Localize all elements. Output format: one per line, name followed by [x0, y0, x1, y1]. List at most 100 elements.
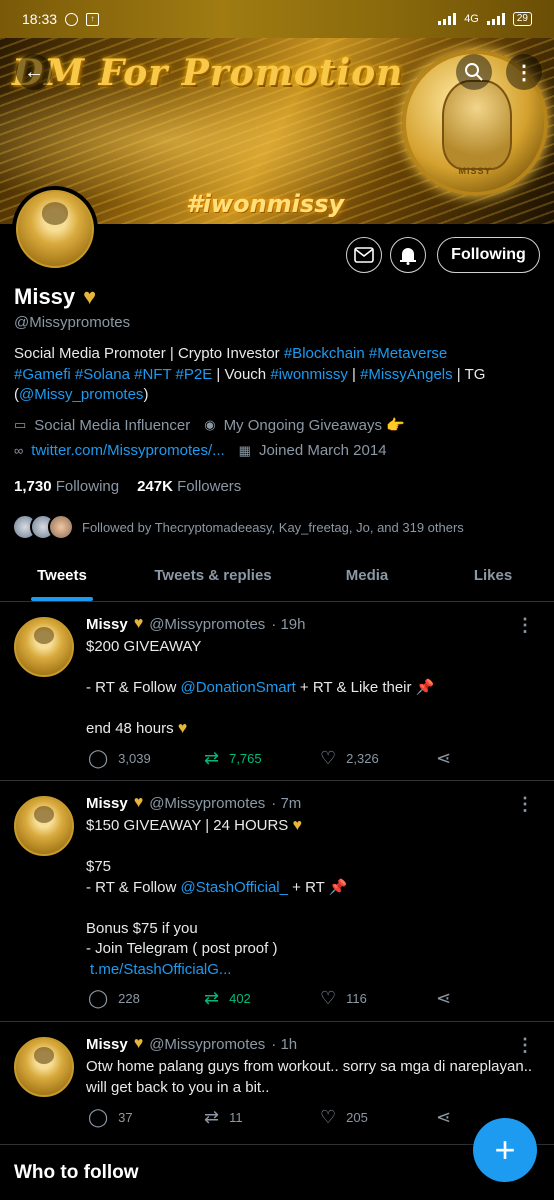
profile-name: Missy [14, 284, 76, 309]
tab-tweets[interactable]: Tweets [0, 550, 124, 601]
share-icon: ⋖ [436, 1107, 452, 1127]
mention-link[interactable]: @StashOfficial_ [180, 879, 288, 896]
hashtag-link[interactable]: #Gamefi [14, 366, 71, 383]
hashtag-link[interactable]: #MissyAngels [360, 366, 453, 383]
yellow-heart-icon: ♥ [83, 284, 97, 309]
reply-button[interactable]: ◯ 228 [88, 988, 204, 1009]
profile-stats: 1,730 Following 247K Followers [14, 478, 241, 495]
message-button[interactable] [346, 237, 382, 273]
tweet-item[interactable]: Missy ♥ @Missypromotes · 19h ⋮ $200 GIVE… [0, 603, 554, 781]
retweet-button[interactable]: ⇄ 402 [204, 988, 320, 1009]
followers-stat[interactable]: 247K Followers [137, 478, 241, 495]
status-time: 18:33 [22, 11, 58, 27]
profile-tabs: Tweets Tweets & replies Media Likes [0, 550, 554, 602]
reply-icon: ◯ [88, 988, 109, 1008]
retweet-count: 7,765 [229, 751, 262, 766]
avatar[interactable] [14, 617, 74, 677]
tweet-time: · 1h [271, 1035, 298, 1053]
tweet-text: Otw home palang guys from workout.. sorr… [86, 1058, 533, 1096]
search-button[interactable] [456, 54, 492, 90]
share-button[interactable]: ⋖ [436, 988, 552, 1009]
followed-by-row[interactable]: Followed by Thecryptomadeeasy, Kay_freet… [12, 514, 464, 540]
tweet-line: $200 GIVEAWAY [86, 638, 202, 655]
tweet-author-name: Missy [86, 794, 128, 812]
tweet-more-icon[interactable]: ⋮ [516, 615, 534, 636]
tweet-author-handle: @Missypromotes [149, 1035, 266, 1053]
tweet-line: - RT & Follow @StashOfficial_ + RT 📌 [86, 878, 536, 899]
tweet-line: $75 [86, 858, 112, 875]
alarm-icon [65, 12, 79, 26]
hashtag-link[interactable]: #Blockchain [284, 345, 365, 362]
bell-icon [400, 248, 416, 265]
search-icon [465, 63, 483, 81]
profile-bio: Social Media Promoter | Crypto Investor … [14, 344, 544, 406]
like-icon: ♡ [320, 1107, 337, 1127]
who-to-follow-heading: Who to follow [14, 1162, 139, 1183]
profile-avatar[interactable] [12, 186, 98, 272]
more-options-button[interactable]: ⋮ [506, 54, 542, 90]
tweet-link[interactable]: t.me/StashOfficialG... [86, 960, 536, 981]
tweet-actions: ◯ 3,039 ⇄ 7,765 ♡ 2,326 ⋖ [88, 748, 552, 769]
retweet-button[interactable]: ⇄ 7,765 [204, 748, 320, 769]
profile-category: Social Media Influencer [34, 416, 191, 434]
mention-link[interactable]: @Missy_promotes [19, 386, 143, 403]
tweet-actions: ◯ 228 ⇄ 402 ♡ 116 ⋖ [88, 988, 552, 1009]
compose-tweet-button[interactable]: + [473, 1118, 537, 1182]
reply-icon: ◯ [88, 1107, 109, 1127]
tweet-line-text: + RT & Like their 📌 [295, 679, 435, 696]
retweet-count: 402 [229, 991, 251, 1006]
tweet-author-name: Missy [86, 615, 128, 633]
share-icon: ⋖ [436, 988, 452, 1008]
back-arrow-icon: ← [24, 60, 44, 83]
retweet-icon: ⇄ [204, 1107, 220, 1127]
tweet-more-icon[interactable]: ⋮ [516, 1035, 534, 1056]
tweet-more-icon[interactable]: ⋮ [516, 794, 534, 815]
like-button[interactable]: ♡ 116 [320, 988, 436, 1009]
profile-joined: Joined March 2014 [258, 442, 387, 459]
hashtag-link[interactable]: #iwonmissy [270, 366, 348, 383]
like-count: 2,326 [346, 751, 379, 766]
tab-media[interactable]: Media [302, 550, 432, 601]
like-button[interactable]: ♡ 205 [320, 1107, 436, 1128]
following-stat[interactable]: 1,730 Following [14, 478, 119, 495]
tweet-item[interactable]: Missy ♥ @Missypromotes · 7m ⋮ $150 GIVEA… [0, 782, 554, 1022]
tweet-text: $150 GIVEAWAY | 24 HOURS ♥ $75 - RT & Fo… [86, 816, 536, 980]
bio-text: Social Media Promoter | Crypto Investor [14, 345, 284, 362]
reply-button[interactable]: ◯ 3,039 [88, 748, 204, 769]
followers-label: Followers [177, 478, 242, 495]
tweet-line-text: - RT & Follow [86, 679, 181, 696]
tweet-header: Missy ♥ @Missypromotes · 19h [86, 615, 306, 633]
retweet-button[interactable]: ⇄ 11 [204, 1107, 320, 1128]
avatar[interactable] [14, 796, 74, 856]
followed-by-text: Followed by Thecryptomadeeasy, Kay_freet… [82, 519, 464, 535]
coin-label: MISSY [458, 166, 492, 176]
following-button[interactable]: Following [437, 237, 540, 273]
link-icon: ∞ [14, 443, 24, 458]
mention-link[interactable]: @DonationSmart [180, 679, 295, 696]
yellow-heart-icon: ♥ [133, 1035, 144, 1052]
retweet-count: 11 [229, 1110, 243, 1125]
tab-tweets-replies[interactable]: Tweets & replies [124, 550, 302, 601]
back-button[interactable]: ← [16, 54, 52, 90]
bio-text: ) [143, 386, 149, 403]
profile-website[interactable]: twitter.com/Missypromotes/... [31, 442, 224, 459]
share-button[interactable]: ⋖ [436, 748, 552, 769]
like-button[interactable]: ♡ 2,326 [320, 748, 436, 769]
tweet-author-handle: @Missypromotes [149, 615, 266, 633]
calendar-icon: ▦ [238, 442, 251, 458]
following-label: Following [55, 478, 120, 495]
coin-portrait [442, 80, 512, 170]
tweet-actions: ◯ 37 ⇄ 11 ♡ 205 ⋖ [88, 1107, 552, 1128]
network-type: 4G [464, 13, 479, 25]
following-count: 1,730 [14, 478, 52, 495]
reply-button[interactable]: ◯ 37 [88, 1107, 204, 1128]
tweet-line-text: + RT 📌 [287, 878, 348, 896]
tab-likes[interactable]: Likes [432, 550, 554, 601]
hashtag-link[interactable]: #NFT [134, 366, 171, 383]
notifications-button[interactable] [390, 237, 426, 273]
hashtag-link[interactable]: #P2E [176, 366, 213, 383]
hashtag-link[interactable]: #Metaverse [369, 345, 447, 362]
avatar[interactable] [14, 1037, 74, 1097]
hashtag-link[interactable]: #Solana [75, 366, 130, 383]
tweet-item[interactable]: Missy ♥ @Missypromotes · 1h ⋮ Otw home p… [0, 1023, 554, 1145]
